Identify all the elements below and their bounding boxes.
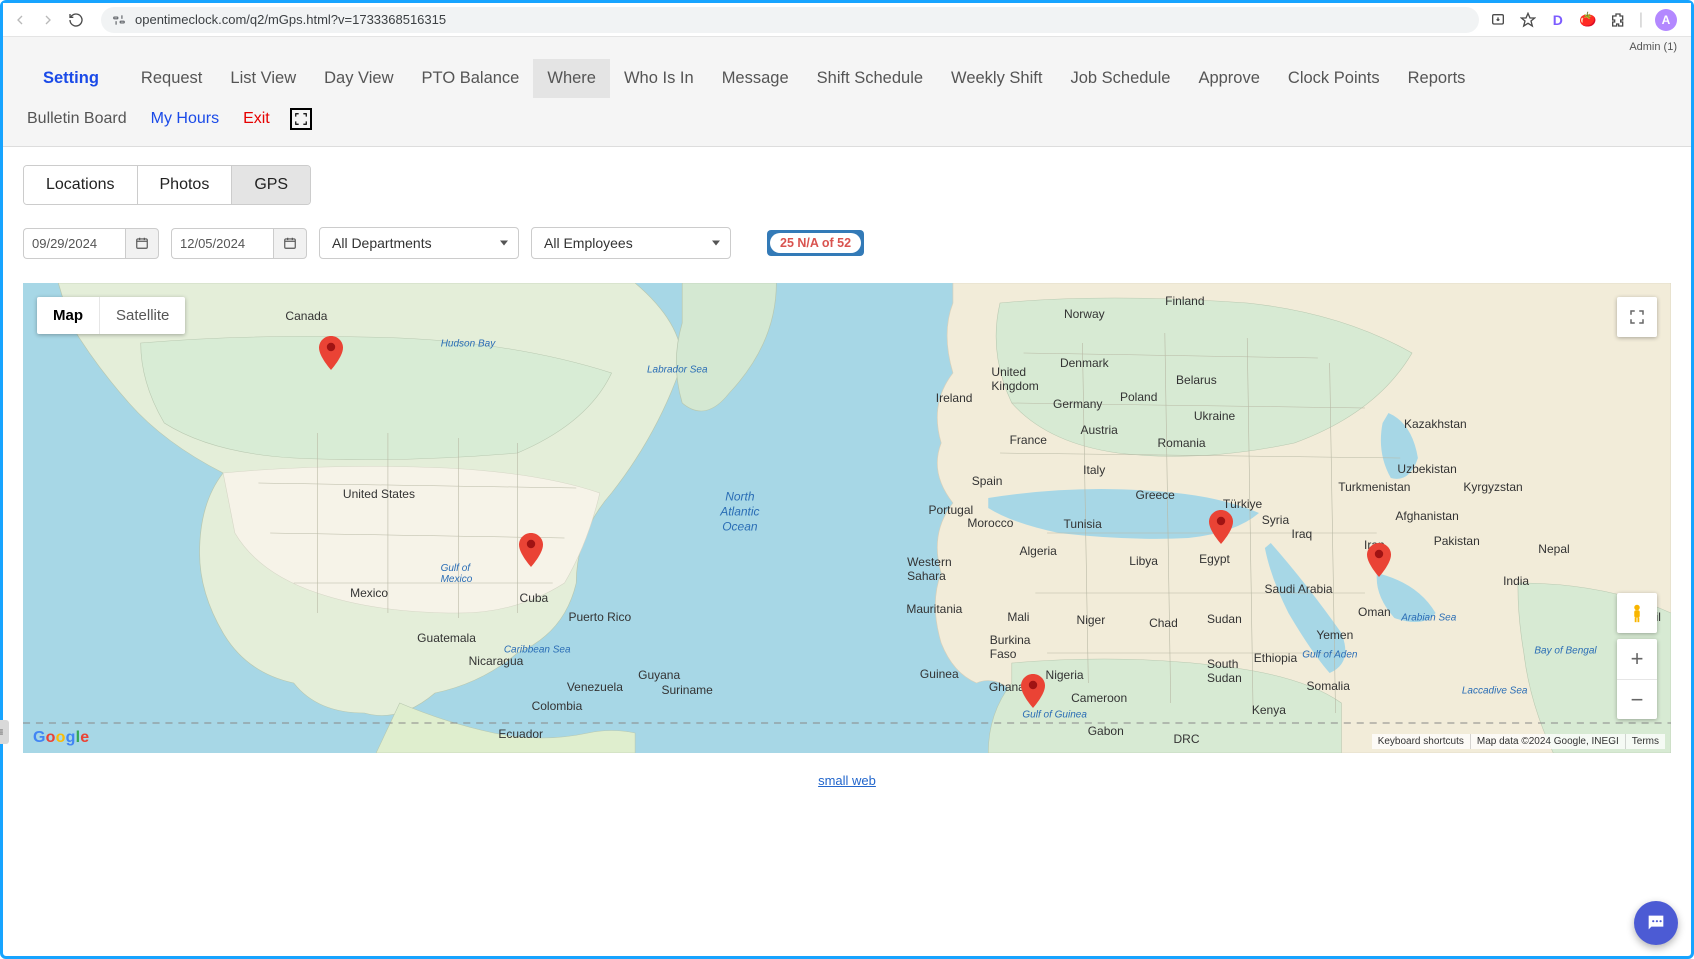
profile-avatar[interactable]: A [1655,9,1677,31]
zoom-in-button[interactable]: + [1617,639,1657,679]
nav-approve[interactable]: Approve [1184,59,1273,98]
marker-nigeria[interactable] [1021,674,1045,708]
date-from-input[interactable] [23,228,125,259]
nav-reports[interactable]: Reports [1394,59,1480,98]
nav-weekly[interactable]: Weekly Shift [937,59,1056,98]
map[interactable]: CanadaHudson BayLabrador SeaUnited State… [23,283,1671,753]
page-footer: small web [23,753,1671,792]
map-shortcuts[interactable]: Keyboard shortcuts [1372,734,1470,749]
nav-exit[interactable]: Exit [231,102,282,136]
bookmark-icon[interactable] [1519,11,1537,29]
ext-d-icon[interactable]: D [1549,11,1567,29]
status-text: 25 N/A of 52 [770,233,861,253]
departments-dropdown[interactable]: All Departments [319,227,519,259]
nav-message[interactable]: Message [708,59,803,98]
tab-photos[interactable]: Photos [138,166,233,204]
employees-dropdown[interactable]: All Employees [531,227,731,259]
zoom-controls: + − [1617,639,1657,719]
nav-shift[interactable]: Shift Schedule [803,59,937,98]
fullscreen-button[interactable] [290,108,312,130]
nav-myhours[interactable]: My Hours [139,102,231,136]
side-drawer-handle[interactable]: ≡ [0,720,9,744]
url-input[interactable] [135,12,1469,27]
chrome-actions: D 🍅 | A [1489,9,1683,31]
date-to-picker[interactable] [273,228,307,259]
browser-chrome: D 🍅 | A [3,3,1691,37]
primary-nav: SettingRequestList ViewDay ViewPTO Balan… [3,53,1691,98]
chat-fab[interactable] [1634,901,1678,945]
nav-pto[interactable]: PTO Balance [408,59,534,98]
marker-fl[interactable] [519,533,543,567]
pegman[interactable] [1617,593,1657,633]
date-from-picker[interactable] [125,228,159,259]
site-settings-icon[interactable] [111,12,127,28]
subtabs: LocationsPhotosGPS [23,165,311,205]
map-canvas [23,283,1671,753]
map-type-toggle: Map Satellite [37,297,185,334]
page-content: LocationsPhotosGPS All Departments All E… [3,147,1691,792]
nav-clockpoints[interactable]: Clock Points [1274,59,1394,98]
map-terms[interactable]: Terms [1625,734,1665,749]
map-attribution: Keyboard shortcuts Map data ©2024 Google… [1372,734,1665,749]
secondary-nav: Bulletin Board My Hours Exit [3,98,1691,146]
google-logo: Google [33,729,89,747]
nav-setting[interactable]: Setting [15,59,127,98]
marker-gulf[interactable] [1367,543,1391,577]
nav-whoisin[interactable]: Who Is In [610,59,708,98]
nav-request[interactable]: Request [127,59,216,98]
back-button[interactable] [11,11,29,29]
filter-row: All Departments All Employees 25 N/A of … [23,227,1671,259]
tab-gps[interactable]: GPS [232,166,310,204]
status-pill[interactable]: 25 N/A of 52 [767,230,864,256]
nav-where[interactable]: Where [533,59,610,98]
nav-jobsched[interactable]: Job Schedule [1056,59,1184,98]
map-fullscreen-button[interactable] [1617,297,1657,337]
marker-can-sk[interactable] [319,336,343,370]
zoom-out-button[interactable]: − [1617,679,1657,719]
date-to-group [171,228,307,259]
reload-button[interactable] [67,11,85,29]
small-web-link[interactable]: small web [818,773,876,788]
map-type-map[interactable]: Map [37,297,99,334]
marker-egypt[interactable] [1209,510,1233,544]
map-data: Map data ©2024 Google, INEGI [1470,734,1625,749]
nav-bulletin[interactable]: Bulletin Board [15,102,139,136]
ext-tomato-icon[interactable]: 🍅 [1579,11,1597,29]
admin-indicator[interactable]: Admin (1) [3,37,1691,53]
date-to-input[interactable] [171,228,273,259]
map-type-satellite[interactable]: Satellite [99,297,185,334]
nav-dayview[interactable]: Day View [310,59,407,98]
tab-locations[interactable]: Locations [24,166,138,204]
nav-listview[interactable]: List View [216,59,310,98]
address-bar[interactable] [101,7,1479,33]
forward-button[interactable] [39,11,57,29]
date-from-group [23,228,159,259]
extensions-icon[interactable] [1609,11,1627,29]
install-icon[interactable] [1489,11,1507,29]
app-header: Admin (1) SettingRequestList ViewDay Vie… [3,37,1691,147]
